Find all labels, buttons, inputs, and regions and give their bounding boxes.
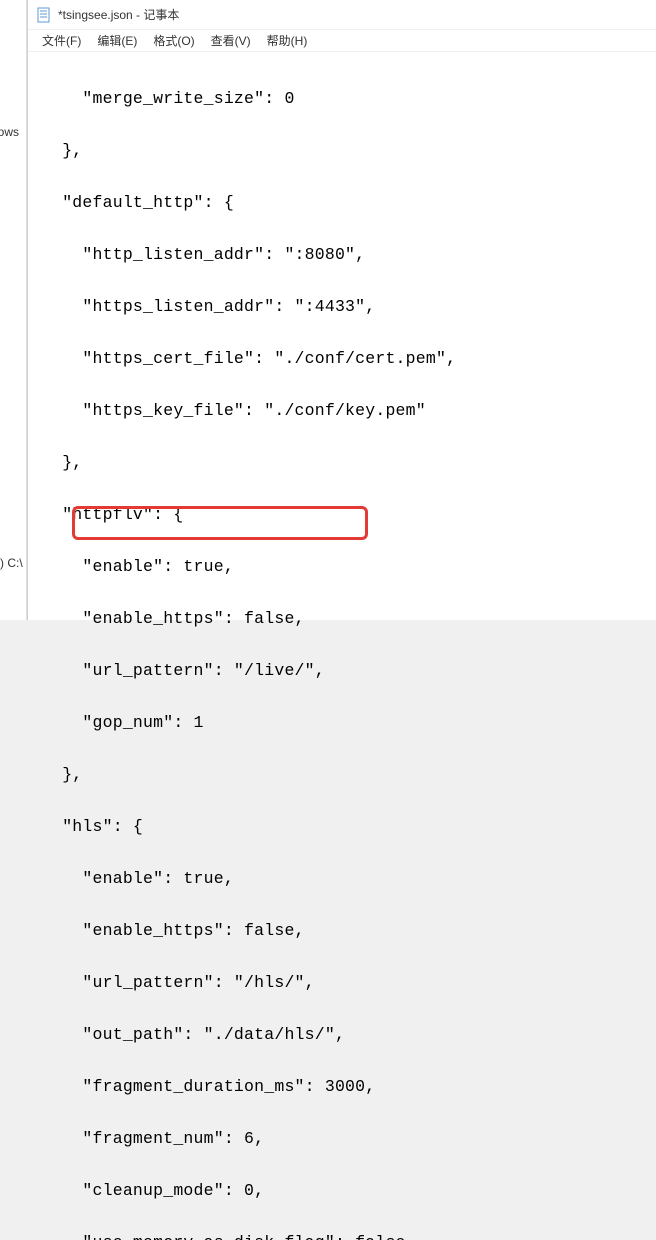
code-line: "gop_num": 1 [42,710,652,736]
code-line: "url_pattern": "/hls/", [42,970,652,996]
code-line: "default_http": { [42,190,652,216]
code-line: "https_cert_file": "./conf/cert.pem", [42,346,652,372]
code-line: }, [42,450,652,476]
code-line: "use_memory_as_disk_flag": false [42,1230,652,1240]
menu-format[interactable]: 格式(O) [145,30,202,51]
code-line: "http_listen_addr": ":8080", [42,242,652,268]
code-line: }, [42,138,652,164]
notepad-window: *tsingsee.json - 记事本 文件(F) 编辑(E) 格式(O) 查… [27,0,656,620]
menu-help[interactable]: 帮助(H) [259,30,316,51]
code-line: "url_pattern": "/live/", [42,658,652,684]
code-line: "https_listen_addr": ":4433", [42,294,652,320]
code-line: "out_path": "./data/hls/", [42,1022,652,1048]
menu-edit[interactable]: 编辑(E) [89,30,145,51]
background-window-fragment: lows ) C:\ [0,0,27,620]
menu-file[interactable]: 文件(F) [34,30,89,51]
code-line: }, [42,762,652,788]
code-line: "httpflv": { [42,502,652,528]
menu-view[interactable]: 查看(V) [203,30,259,51]
background-text: ) C:\ [0,556,23,570]
code-line: "enable": true, [42,554,652,580]
code-line: "hls": { [42,814,652,840]
title-bar[interactable]: *tsingsee.json - 记事本 [28,0,656,30]
code-line: "fragment_duration_ms": 3000, [42,1074,652,1100]
code-line: "enable": true, [42,866,652,892]
code-line: "fragment_num": 6, [42,1126,652,1152]
code-line: "cleanup_mode": 0, [42,1178,652,1204]
code-line: "enable_https": false, [42,606,652,632]
code-line: "enable_https": false, [42,918,652,944]
background-text: lows [0,125,19,139]
window-title: *tsingsee.json - 记事本 [58,6,179,23]
text-editor-content[interactable]: "merge_write_size": 0 }, "default_http":… [28,52,656,1240]
code-line: "merge_write_size": 0 [42,86,652,112]
menu-bar: 文件(F) 编辑(E) 格式(O) 查看(V) 帮助(H) [28,30,656,52]
notepad-icon [36,7,52,23]
code-line: "https_key_file": "./conf/key.pem" [42,398,652,424]
